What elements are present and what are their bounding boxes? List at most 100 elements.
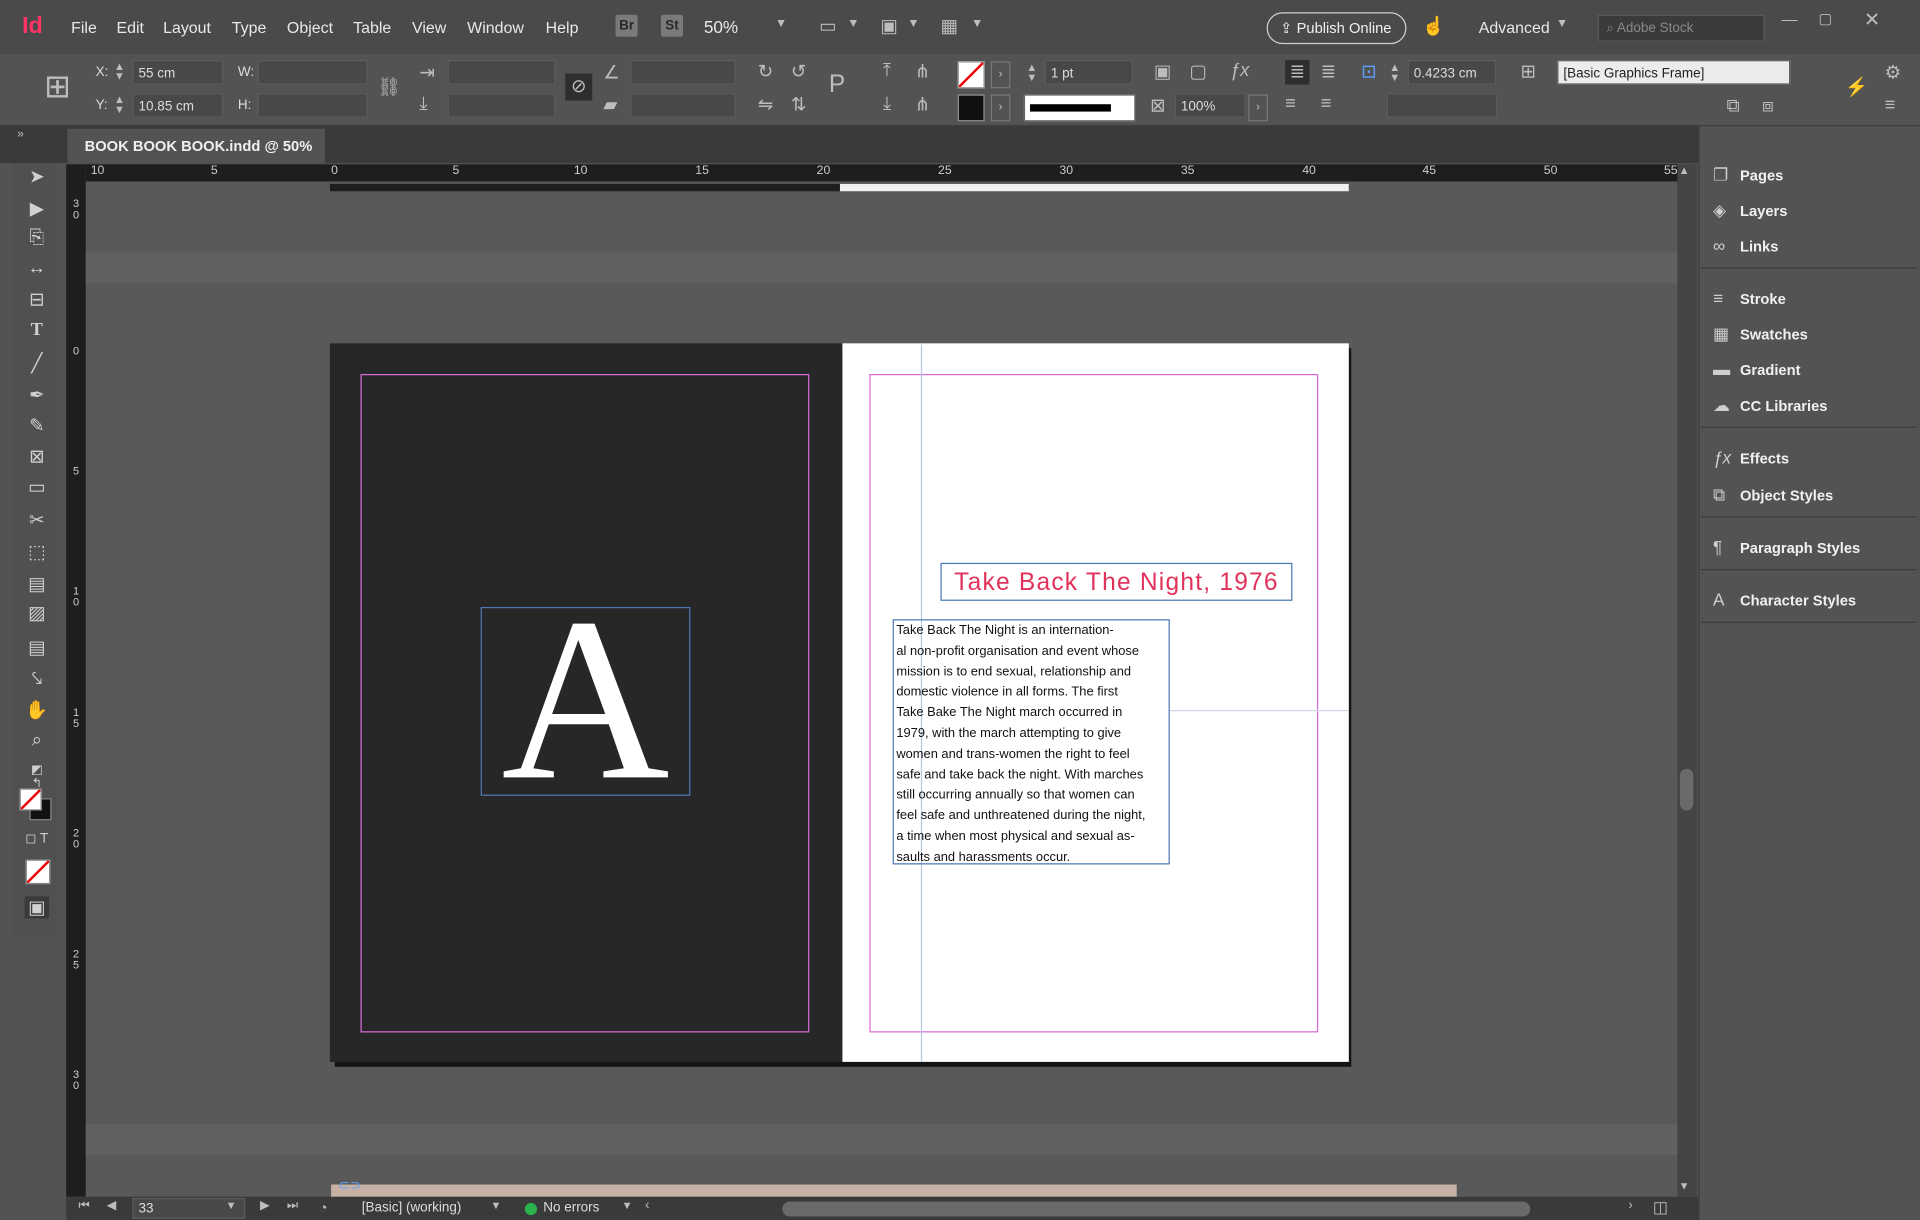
stroke-type-dropdown[interactable]: [1023, 94, 1136, 122]
maximize-icon[interactable]: ▢: [1818, 10, 1832, 27]
object-style-dropdown[interactable]: [Basic Graphics Frame]: [1557, 60, 1791, 85]
gradient-feather-tool-icon[interactable]: ▨: [25, 602, 50, 624]
hand-tool-icon[interactable]: ✋: [25, 699, 50, 721]
settings-gear-icon[interactable]: ⚙: [1885, 61, 1901, 84]
arrange-documents-icon[interactable]: ▦: [940, 15, 957, 37]
screen-mode-icon[interactable]: ▭: [819, 15, 836, 37]
flip-vertical-icon[interactable]: ⇅: [791, 93, 806, 115]
link-scale-icon[interactable]: ⊘: [565, 73, 593, 101]
select-container-icon[interactable]: ⤒: [883, 60, 891, 81]
errors-chevron-icon[interactable]: ▼: [622, 1199, 633, 1211]
adobe-stock-search-input[interactable]: ⌕ Adobe Stock: [1597, 14, 1765, 42]
apply-none-button[interactable]: [25, 859, 51, 885]
stroke-weight-field[interactable]: 1 pt: [1044, 60, 1134, 85]
close-window-icon[interactable]: ✕: [1864, 7, 1880, 32]
gap-tool-icon[interactable]: ↔: [25, 258, 50, 279]
rotate-cw-icon[interactable]: ↻: [758, 60, 773, 82]
distribute-spacing-icon[interactable]: ≡: [1321, 93, 1332, 114]
object-styles-panel-tab[interactable]: ⧉ Object Styles: [1713, 484, 1833, 505]
split-window-icon[interactable]: ◫: [1653, 1198, 1668, 1218]
menu-file[interactable]: File: [71, 18, 97, 36]
flip-horizontal-icon[interactable]: ⇋: [758, 93, 773, 115]
fill-menu-icon[interactable]: ›: [990, 61, 1011, 89]
preflight-errors[interactable]: No errors: [543, 1200, 599, 1215]
scroll-right-icon[interactable]: ›: [1628, 1198, 1633, 1213]
rectangle-frame-tool-icon[interactable]: ⊠: [25, 445, 50, 467]
default-fill-stroke-icon[interactable]: ◩ ↰: [25, 764, 50, 791]
width-field[interactable]: [257, 60, 368, 85]
scissors-tool-icon[interactable]: ✂: [25, 509, 50, 531]
preflight-profile[interactable]: [Basic] (working): [362, 1200, 462, 1215]
layers-panel-tab[interactable]: ◈ Layers: [1713, 200, 1787, 221]
page-tool-icon[interactable]: ⎘: [25, 227, 50, 248]
stroke-menu-icon[interactable]: ›: [990, 94, 1011, 122]
line-tool-icon[interactable]: ╱: [25, 352, 50, 374]
effects-fx-icon[interactable]: ƒx: [1230, 60, 1249, 81]
note-tool-icon[interactable]: ▤: [25, 636, 50, 659]
fill-stroke-swatches[interactable]: [19, 788, 52, 821]
pages-panel-tab[interactable]: ❐ Pages: [1713, 164, 1783, 185]
zoom-tool-icon[interactable]: ⌕: [25, 730, 50, 751]
menu-table[interactable]: Table: [353, 18, 391, 36]
publish-online-button[interactable]: ⇪ Publish Online: [1266, 12, 1407, 45]
height-field[interactable]: [257, 93, 368, 118]
select-next-icon[interactable]: ⋔: [915, 93, 930, 115]
stroke-weight-stepper-icon[interactable]: ▲ ▼: [1026, 62, 1037, 83]
distribute-icon[interactable]: ≡: [1285, 93, 1296, 114]
constrain-proportions-icon[interactable]: ⛓: [378, 76, 401, 98]
swatches-panel-tab[interactable]: ▦ Swatches: [1713, 324, 1808, 345]
select-content-icon[interactable]: ⤓: [883, 93, 891, 114]
stroke-swatch[interactable]: [957, 94, 985, 122]
character-styles-panel-tab[interactable]: A Character Styles: [1713, 590, 1856, 610]
vertical-scrollbar[interactable]: [1677, 164, 1698, 1197]
stroke-panel-tab[interactable]: ≡ Stroke: [1713, 288, 1786, 308]
fill-color-swatch[interactable]: [19, 788, 42, 811]
rotate-ccw-icon[interactable]: ↺: [791, 60, 806, 82]
next-page-icon[interactable]: ▶: [260, 1199, 269, 1212]
fill-swatch[interactable]: [957, 61, 985, 89]
article-title-frame[interactable]: Take Back The Night, 1976: [940, 562, 1293, 601]
open-document-icon[interactable]: ◔: [319, 1199, 328, 1216]
menu-edit[interactable]: Edit: [116, 18, 143, 36]
pencil-tool-icon[interactable]: ✎: [25, 414, 50, 437]
reference-point-icon[interactable]: ⊞: [44, 69, 71, 103]
free-transform-tool-icon[interactable]: ⬚: [25, 541, 50, 563]
select-previous-icon[interactable]: ⋔: [915, 60, 930, 82]
opacity-menu-icon[interactable]: ›: [1248, 94, 1268, 122]
scroll-down-icon[interactable]: ▼: [1679, 1180, 1690, 1192]
text-wrap-icon[interactable]: ▣: [1154, 60, 1171, 82]
horizontal-ruler-guide[interactable]: [1169, 709, 1349, 712]
x-stepper-icon[interactable]: ▲ ▼: [114, 61, 125, 82]
cc-libraries-panel-tab[interactable]: ☁ CC Libraries: [1713, 395, 1827, 416]
formatting-affects-icon[interactable]: ◻ T: [25, 830, 50, 846]
gradient-panel-tab[interactable]: ▬ Gradient: [1713, 359, 1800, 379]
vertical-ruler[interactable]: 3 0 0 5 1 0 1 5 2 0 2 5 3 0: [66, 181, 86, 1197]
opacity-field[interactable]: 100%: [1174, 93, 1246, 118]
article-body-frame[interactable]: Take Back The Night is an internation- a…: [892, 619, 1170, 865]
page-number-chevron-icon[interactable]: ▼: [226, 1199, 237, 1211]
menu-type[interactable]: Type: [232, 18, 267, 36]
y-position-field[interactable]: 10.85 cm: [132, 93, 224, 118]
quick-apply-icon[interactable]: ⚡: [1845, 76, 1868, 98]
zoom-level[interactable]: 50%: [704, 17, 738, 37]
menu-window[interactable]: Window: [467, 18, 524, 36]
stock-button[interactable]: St: [660, 14, 683, 37]
selection-tool-icon[interactable]: ➤: [25, 166, 50, 188]
screen-mode-chevron-icon[interactable]: ▼: [847, 17, 859, 30]
link-chain-icon[interactable]: ⊂⊃: [338, 1177, 361, 1193]
effects-panel-tab[interactable]: ƒx Effects: [1713, 448, 1789, 468]
menu-help[interactable]: Help: [546, 18, 579, 36]
panel-menu-icon[interactable]: ≡: [1885, 94, 1896, 115]
align-center-icon[interactable]: ≣: [1321, 60, 1336, 82]
workspace-switcher[interactable]: Advanced: [1479, 18, 1550, 36]
rectangle-tool-icon[interactable]: ▭: [25, 476, 50, 498]
direct-selection-tool-icon[interactable]: ▶: [25, 197, 50, 220]
style-sync-icon[interactable]: ⧈: [1762, 96, 1774, 117]
scale-x-field[interactable]: [447, 60, 556, 85]
bridge-button[interactable]: Br: [615, 14, 638, 37]
document-tab[interactable]: BOOK BOOK BOOK.indd @ 50% ×: [67, 128, 325, 189]
menu-object[interactable]: Object: [287, 18, 333, 36]
last-page-icon[interactable]: ⏭: [287, 1199, 298, 1212]
menu-layout[interactable]: Layout: [163, 18, 211, 36]
eyedropper-tool-icon[interactable]: ⤥: [25, 668, 50, 689]
